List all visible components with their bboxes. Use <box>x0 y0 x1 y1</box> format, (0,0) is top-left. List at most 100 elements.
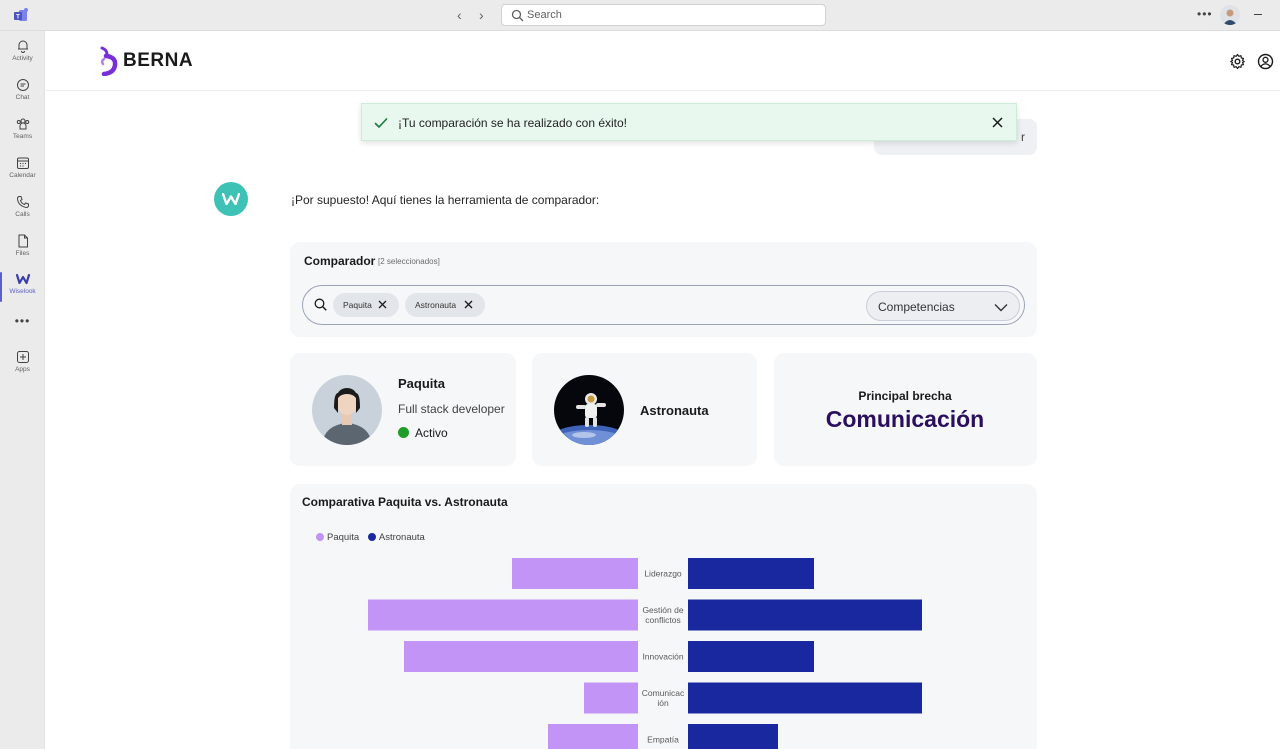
rail-label: Chat <box>15 94 30 101</box>
chart-title: Comparativa Paquita vs. Astronauta <box>302 495 508 509</box>
search-icon <box>511 9 524 22</box>
rail-item-files[interactable]: Files <box>0 234 45 270</box>
chevron-down-icon <box>994 304 1008 312</box>
close-icon[interactable] <box>991 116 1004 129</box>
legend-item-paquita[interactable]: Paquita <box>316 532 359 543</box>
status-dot <box>398 427 409 438</box>
status-label: Activo <box>415 426 448 440</box>
comparator-selected-count: [2 seleccionados] <box>378 257 440 266</box>
bar-paquita-1[interactable] <box>512 558 638 589</box>
profile-card-astronauta[interactable]: Astronauta <box>532 353 757 466</box>
back-arrow-icon[interactable]: ‹ <box>457 7 462 23</box>
rail-item-calendar[interactable]: Calendar <box>0 156 45 192</box>
category-label-3: Innovación <box>642 652 683 662</box>
file-icon <box>18 234 28 248</box>
bot-message-text: ¡Por supuesto! Aquí tienes la herramient… <box>291 193 600 207</box>
phone-icon <box>16 196 29 209</box>
legend-swatch-astronauta <box>367 533 376 541</box>
category-label-2: Gestión de conflictos <box>642 605 683 625</box>
global-search-bar[interactable]: Search <box>501 4 826 26</box>
brand-name: BERNA <box>123 50 194 71</box>
calendar-icon <box>16 157 29 169</box>
rail-label: Calls <box>15 211 30 218</box>
remove-chip-icon[interactable] <box>378 300 387 309</box>
bar-paquita-3[interactable] <box>404 641 638 672</box>
search-placeholder: Search <box>527 9 562 21</box>
main-gap-label: Principal brecha <box>858 389 952 403</box>
rail-label: Calendar <box>9 172 36 179</box>
rail-item-apps[interactable]: Apps <box>0 350 45 386</box>
rail-label: Teams <box>12 133 33 140</box>
person-photo <box>312 375 382 445</box>
chart-legend: Paquita Astronauta <box>316 532 431 543</box>
person-name: Astronauta <box>640 403 709 418</box>
wiselook-logo-icon <box>15 273 30 285</box>
main-gap-value: Comunicación <box>825 406 985 432</box>
category-label-4: Comunicac ión <box>642 688 685 708</box>
rail-item-calls[interactable]: Calls <box>0 195 45 231</box>
rail-label: Wiselook <box>9 288 36 295</box>
bot-avatar <box>214 182 248 216</box>
main-gap-card: Principal brecha Comunicación <box>774 353 1037 466</box>
user-avatar-image <box>1220 5 1240 25</box>
legend-item-astronauta[interactable]: Astronauta <box>367 532 425 543</box>
comparator-title: Comparador <box>304 254 376 268</box>
teams-titlebar: T ‹ › Search ••• <box>0 0 1280 31</box>
berna-logo-icon <box>100 46 118 76</box>
user-message-text: r <box>1021 130 1025 144</box>
more-options-icon[interactable]: ••• <box>1197 7 1213 21</box>
bar-astronauta-5[interactable] <box>688 724 778 749</box>
app-rail: Activity Chat Teams Calendar Calls Files… <box>0 31 45 749</box>
dropdown-selected-value: Competencias <box>878 300 955 314</box>
selected-chip-astronauta[interactable]: Astronauta <box>405 293 485 317</box>
bar-astronauta-1[interactable] <box>688 558 814 589</box>
user-avatar[interactable] <box>1220 5 1240 25</box>
rail-item-teams[interactable]: Teams <box>0 117 45 153</box>
category-dropdown[interactable]: Competencias <box>866 291 1020 321</box>
teams-logo-icon[interactable]: T <box>14 8 30 22</box>
remove-chip-icon[interactable] <box>464 300 473 309</box>
rail-item-wiselook[interactable]: Wiselook <box>0 272 45 308</box>
profile-photo-astronauta <box>554 375 624 445</box>
comparator-search-input[interactable]: Paquita Astronauta Competencias <box>302 285 1025 325</box>
legend-label: Paquita <box>327 532 360 543</box>
bar-astronauta-3[interactable] <box>688 641 814 672</box>
svg-text:T: T <box>16 15 20 21</box>
comparator-panel: Comparador [2 seleccionados] Paquita Ast… <box>290 242 1037 337</box>
rail-label: Apps <box>15 366 30 373</box>
bar-astronauta-4[interactable] <box>688 682 922 714</box>
profile-card-paquita[interactable]: Paquita Full stack developer Activo <box>290 353 516 466</box>
app-header: BERNA <box>46 31 1280 91</box>
more-apps-icon[interactable]: ••• <box>0 314 45 328</box>
wiselook-bot-icon <box>222 193 240 205</box>
comparison-chart-panel: Liderazgo Gestión de conflictos Innovación C… <box>290 484 1037 749</box>
settings-gear-icon[interactable] <box>1229 53 1246 70</box>
chip-label: Astronauta <box>415 300 457 310</box>
search-icon <box>314 298 327 311</box>
bar-astronauta-2[interactable] <box>688 599 922 631</box>
add-apps-icon <box>16 351 29 363</box>
checkmark-icon <box>374 118 388 128</box>
user-profile-icon[interactable] <box>1257 53 1274 70</box>
person-role: Full stack developer <box>398 402 505 416</box>
selected-chip-paquita[interactable]: Paquita <box>333 293 399 317</box>
bell-icon <box>17 40 28 53</box>
bar-paquita-4[interactable] <box>584 682 638 714</box>
minimize-icon[interactable] <box>1254 14 1262 15</box>
rail-item-chat[interactable]: Chat <box>0 78 45 114</box>
legend-label: Astronauta <box>378 532 425 543</box>
rail-label: Activity <box>12 55 33 62</box>
chat-icon <box>16 79 29 91</box>
category-label-1: Liderazgo <box>644 569 682 579</box>
forward-arrow-icon[interactable]: › <box>479 7 484 23</box>
bar-paquita-2[interactable] <box>368 599 638 631</box>
astronaut-photo <box>554 375 624 445</box>
person-name: Paquita <box>398 376 445 391</box>
legend-swatch-paquita <box>316 533 324 541</box>
chip-label: Paquita <box>343 300 372 310</box>
rail-label: Files <box>15 250 30 257</box>
bar-paquita-5[interactable] <box>548 724 638 749</box>
profile-photo-paquita <box>312 375 382 445</box>
rail-item-activity[interactable]: Activity <box>0 39 45 75</box>
category-label-5: Empatía <box>647 735 679 745</box>
